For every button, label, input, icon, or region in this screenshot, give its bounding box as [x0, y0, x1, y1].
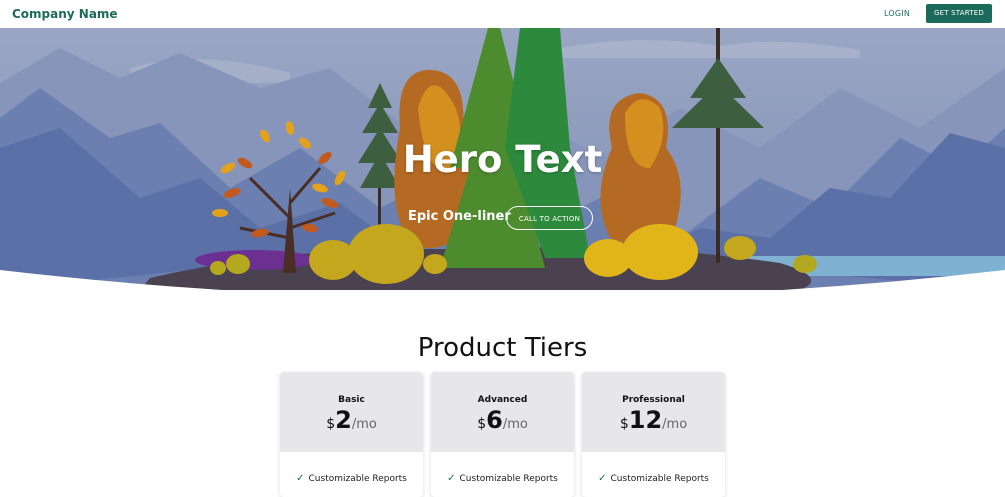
hero-subtitle: Epic One-liner	[408, 209, 511, 224]
section-title: Product Tiers	[417, 333, 588, 363]
price-period: /mo	[662, 417, 688, 432]
tier-card-professional[interactable]: Professional $12/mo ✓ Customizable Report…	[582, 372, 725, 497]
tier-name: Basic	[338, 395, 365, 405]
tier-price: $12/mo	[582, 406, 725, 434]
hero-title: Hero Text	[402, 138, 603, 181]
get-started-button[interactable]: GET STARTED	[926, 4, 992, 23]
tier-price: $6/mo	[431, 406, 574, 434]
tier-name: Advanced	[477, 395, 528, 405]
check-icon: ✓	[598, 473, 607, 484]
tier-card-header: Advanced $6/mo	[431, 372, 574, 452]
feature-label: Customizable Reports	[610, 474, 709, 484]
hero-banner: Hero Text Epic One-liner CALL TO ACTION	[0, 28, 1005, 290]
price-amount: 2	[335, 406, 352, 434]
currency-symbol: $	[326, 416, 336, 432]
feature-item: ✓ Customizable Reports	[280, 473, 423, 484]
feature-label: Customizable Reports	[459, 474, 558, 484]
tier-card-header: Professional $12/mo	[582, 372, 725, 452]
feature-label: Customizable Reports	[308, 474, 407, 484]
tier-card-basic[interactable]: Basic $2/mo ✓ Customizable Reports	[280, 372, 423, 497]
price-amount: 12	[628, 406, 663, 434]
feature-item: ✓ Customizable Reports	[582, 473, 725, 484]
currency-symbol: $	[477, 416, 487, 432]
price-period: /mo	[502, 417, 528, 432]
price-period: /mo	[351, 417, 377, 432]
price-amount: 6	[486, 406, 503, 434]
navbar: Company Name LOGIN GET STARTED	[0, 0, 1005, 28]
login-link[interactable]: LOGIN	[884, 9, 910, 18]
feature-item: ✓ Customizable Reports	[431, 473, 574, 484]
brand-logo[interactable]: Company Name	[12, 7, 118, 21]
tier-card-header: Basic $2/mo	[280, 372, 423, 452]
check-icon: ✓	[447, 473, 456, 484]
check-icon: ✓	[296, 473, 305, 484]
call-to-action-button[interactable]: CALL TO ACTION	[506, 206, 593, 230]
currency-symbol: $	[619, 416, 629, 432]
tier-name: Professional	[622, 395, 685, 405]
tier-price: $2/mo	[280, 406, 423, 434]
tier-card-advanced[interactable]: Advanced $6/mo ✓ Customizable Reports	[431, 372, 574, 497]
